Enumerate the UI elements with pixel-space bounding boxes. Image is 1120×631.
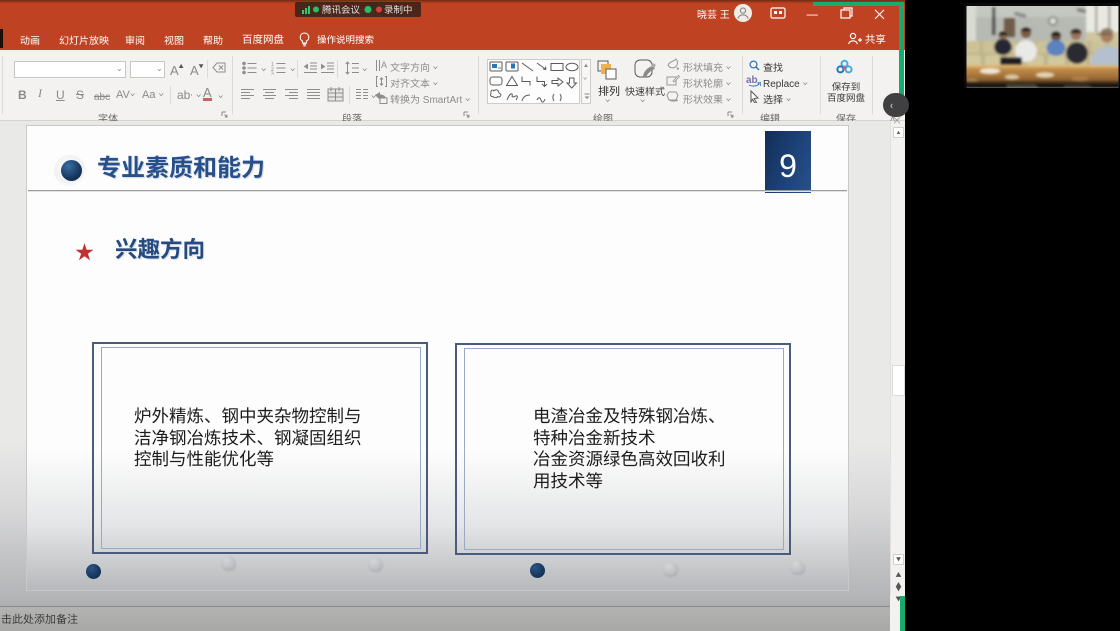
svg-text:ab: ab bbox=[746, 74, 758, 86]
svg-text:A: A bbox=[381, 59, 387, 71]
svg-text:3: 3 bbox=[271, 71, 274, 76]
